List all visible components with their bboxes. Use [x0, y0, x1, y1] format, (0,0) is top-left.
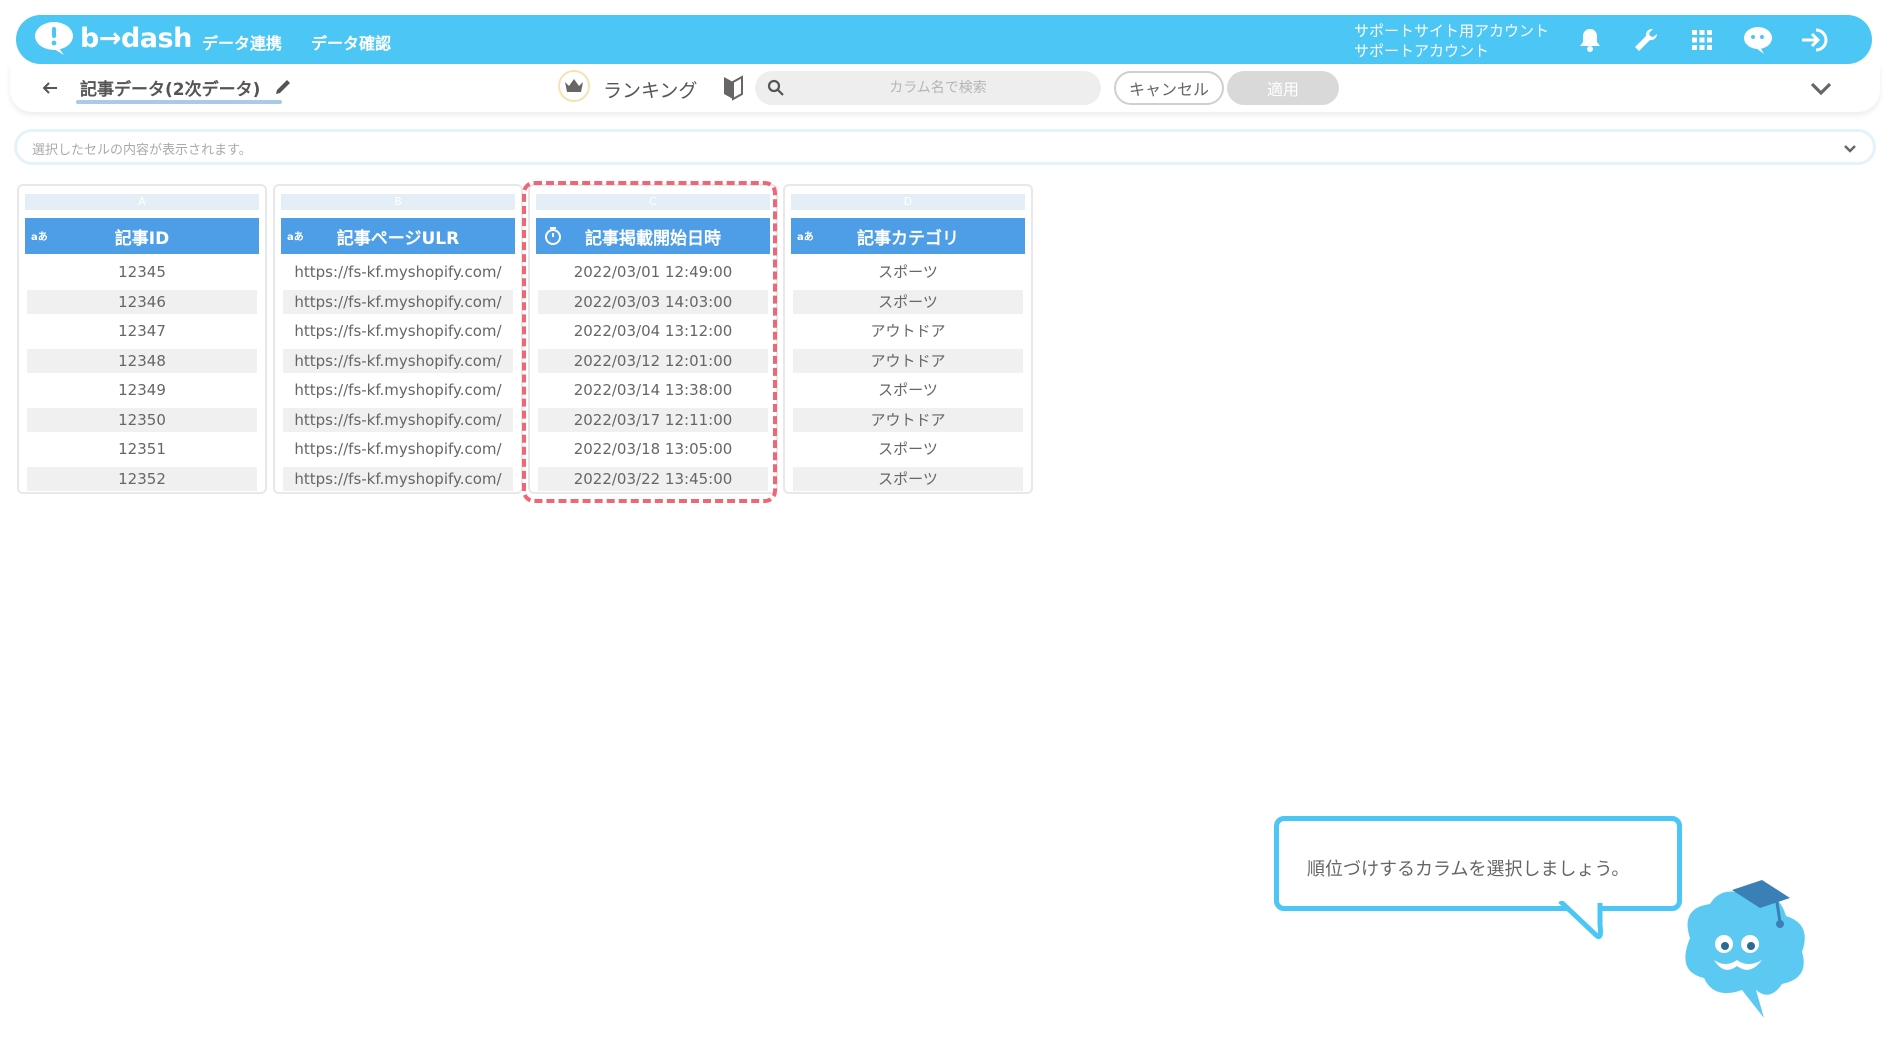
table-cell[interactable]: 2022/03/14 13:38:00	[538, 378, 768, 402]
guide-tooltip: 順位づけするカラムを選択しましょう。	[1274, 816, 1682, 911]
guide-tooltip-text: 順位づけするカラムを選択しましょう。	[1307, 859, 1630, 880]
cell-content-placeholder: 選択したセルの内容が表示されます。	[32, 143, 252, 158]
bdash-logo[interactable]: b→dash	[34, 21, 192, 55]
column-letter: A	[25, 194, 259, 210]
pencil-icon[interactable]	[273, 77, 293, 97]
table-cell[interactable]: https://fs-kf.myshopify.com/	[283, 348, 513, 373]
table-cell[interactable]: https://fs-kf.myshopify.com/	[283, 289, 513, 314]
table-cell[interactable]: 12348	[27, 348, 257, 373]
column-name: 記事掲載開始日時	[585, 228, 721, 249]
table-cell[interactable]: スポーツ	[793, 437, 1023, 461]
table-cell[interactable]: https://fs-kf.myshopify.com/	[283, 260, 513, 284]
cancel-button[interactable]: キャンセル	[1114, 71, 1224, 105]
table-cell[interactable]: スポーツ	[793, 260, 1023, 284]
table-column-a[interactable]: A aあ 記事ID 12345 12346 12347 12348 12349 …	[17, 184, 267, 494]
support-chat-icon[interactable]	[1742, 25, 1774, 55]
table-cell[interactable]: 2022/03/17 12:11:00	[538, 407, 768, 432]
column-search[interactable]	[755, 71, 1101, 105]
cell-content-bar[interactable]: 選択したセルの内容が表示されます。	[14, 129, 1876, 165]
table-cell[interactable]: 12349	[27, 378, 257, 402]
table-cell[interactable]: 2022/03/12 12:01:00	[538, 348, 768, 373]
beginner-mark-icon[interactable]	[722, 75, 744, 101]
column-name: 記事ページULR	[336, 228, 460, 249]
logo-bubble-icon	[35, 22, 73, 55]
table-cell[interactable]: 2022/03/03 14:03:00	[538, 289, 768, 314]
mascot-icon	[1685, 880, 1805, 1018]
table-cell[interactable]: 2022/03/01 12:49:00	[538, 260, 768, 284]
nav-data-integration[interactable]: データ連携	[202, 30, 282, 54]
chevron-down-icon[interactable]	[1841, 139, 1859, 157]
column-name: 記事ID	[114, 228, 170, 249]
back-arrow-icon[interactable]	[38, 76, 62, 100]
table-cell[interactable]: スポーツ	[793, 289, 1023, 314]
column-header[interactable]: aあ 記事ID	[25, 218, 259, 254]
table-column-d[interactable]: D aあ 記事カテゴリ スポーツ スポーツ アウトドア アウトドア スポーツ ア…	[783, 184, 1033, 494]
table-cell[interactable]: アウトドア	[793, 348, 1023, 373]
column-letter: B	[281, 194, 515, 210]
text-type-icon: aあ	[31, 232, 48, 243]
table-cell[interactable]: 12346	[27, 289, 257, 314]
text-type-icon: aあ	[287, 232, 304, 243]
table-cell[interactable]: スポーツ	[793, 378, 1023, 402]
search-icon	[767, 79, 784, 96]
table-cell[interactable]: アウトドア	[793, 319, 1023, 343]
crown-icon	[558, 70, 590, 102]
table-cell[interactable]: 2022/03/18 13:05:00	[538, 437, 768, 461]
table-cell[interactable]: 12351	[27, 437, 257, 461]
table-cell[interactable]: https://fs-kf.myshopify.com/	[283, 319, 513, 343]
column-header[interactable]: aあ 記事カテゴリ	[791, 218, 1025, 254]
table-cell[interactable]: 2022/03/22 13:45:00	[538, 466, 768, 491]
table-column-b[interactable]: B aあ 記事ページULR https://fs-kf.myshopify.co…	[273, 184, 523, 494]
column-letter: D	[791, 194, 1025, 210]
account-name: サポートサイト用アカウント	[1354, 22, 1550, 40]
table-cell[interactable]: 2022/03/04 13:12:00	[538, 319, 768, 343]
ranking-label: ランキング	[603, 80, 698, 102]
sub-header: 記事データ(2次データ) ランキング キャンセル 適用	[10, 64, 1880, 112]
tooltip-tail	[1558, 901, 1603, 940]
nav-data-check[interactable]: データ確認	[311, 30, 391, 54]
account-user: サポートアカウント	[1354, 42, 1490, 60]
bell-icon[interactable]	[1574, 25, 1606, 55]
logo-text: b→dash	[80, 22, 192, 54]
datetime-type-icon	[545, 227, 561, 245]
account-info[interactable]: サポートサイト用アカウント サポートアカウント	[1354, 21, 1549, 61]
table-cell[interactable]: アウトドア	[793, 407, 1023, 432]
column-letter: C	[536, 194, 770, 210]
table-cell[interactable]: 12352	[27, 466, 257, 491]
table-column-c[interactable]: C 記事掲載開始日時 2022/03/01 12:49:00 2022/03/0…	[528, 184, 778, 494]
page-title: 記事データ(2次データ)	[80, 80, 261, 100]
logout-icon[interactable]	[1798, 25, 1830, 55]
top-header: b→dash データ連携 データ確認 サポートサイト用アカウント サポートアカウ…	[16, 15, 1872, 64]
table-cell[interactable]: スポーツ	[793, 466, 1023, 491]
table-cell[interactable]: 12347	[27, 319, 257, 343]
wrench-icon[interactable]	[1630, 25, 1662, 55]
table-cell[interactable]: 12350	[27, 407, 257, 432]
table-cell[interactable]: https://fs-kf.myshopify.com/	[283, 437, 513, 461]
page-title-wrap: 記事データ(2次データ)	[76, 75, 282, 104]
table-cell[interactable]: https://fs-kf.myshopify.com/	[283, 466, 513, 491]
title-underline	[76, 100, 282, 104]
column-header[interactable]: aあ 記事ページULR	[281, 218, 515, 254]
column-header[interactable]: 記事掲載開始日時	[536, 218, 770, 254]
search-input[interactable]	[755, 71, 1101, 105]
apps-grid-icon[interactable]	[1686, 25, 1718, 55]
apply-button[interactable]: 適用	[1227, 71, 1339, 105]
text-type-icon: aあ	[797, 232, 814, 243]
table-cell[interactable]: https://fs-kf.myshopify.com/	[283, 407, 513, 432]
column-name: 記事カテゴリ	[857, 228, 959, 249]
chevron-down-icon[interactable]	[1808, 76, 1834, 100]
table-cell[interactable]: 12345	[27, 260, 257, 284]
table-cell[interactable]: https://fs-kf.myshopify.com/	[283, 378, 513, 402]
